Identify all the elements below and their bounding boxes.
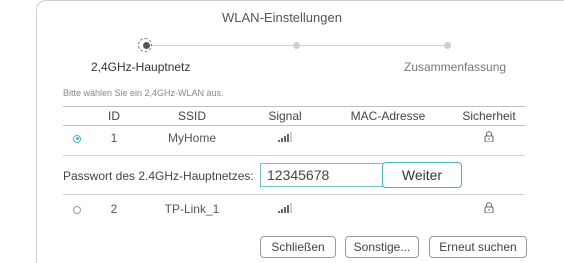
row-ssid: MyHome	[137, 125, 247, 150]
rescan-button[interactable]: Erneut suchen	[429, 236, 527, 258]
row-radio-cell[interactable]	[63, 125, 91, 150]
col-id: ID	[91, 106, 137, 126]
table-row[interactable]: 1 MyHome	[63, 125, 525, 150]
col-mac: MAC-Adresse	[323, 106, 453, 126]
signal-bars-icon	[278, 203, 292, 213]
row-id: 1	[91, 125, 137, 150]
step-dot-3	[444, 42, 451, 49]
dialog-title: WLAN-Einstellungen	[222, 10, 342, 25]
col-ssid: SSID	[137, 106, 247, 126]
col-signal: Signal	[247, 106, 323, 126]
wlan-table-continued: 2 TP-Link_1	[63, 197, 525, 221]
row-signal	[247, 125, 323, 150]
close-button[interactable]: Schließen	[260, 236, 336, 258]
table-row[interactable]: 2 TP-Link_1	[63, 197, 525, 221]
progress-line	[150, 45, 450, 46]
step-ring-icon	[138, 38, 152, 52]
signal-bars-icon	[278, 132, 292, 142]
row-radio-cell[interactable]	[63, 197, 91, 221]
password-row: Passwort des 2.4GHz-Hauptnetzes: 1234567…	[63, 155, 525, 195]
row-signal	[247, 197, 323, 221]
table-header: ID SSID Signal MAC-Adresse Sicherheit	[63, 106, 525, 126]
radio-unselected-icon[interactable]	[73, 205, 81, 214]
row-mac	[323, 125, 453, 150]
step-dot-2	[293, 42, 300, 49]
row-mac	[323, 197, 453, 221]
lock-icon	[484, 202, 494, 214]
step-label-3: Zusammenfassung	[404, 60, 507, 74]
row-id: 2	[110, 202, 118, 216]
next-button[interactable]: Weiter	[382, 162, 462, 188]
row-security	[453, 125, 525, 150]
row-ssid: TP-Link_1	[164, 202, 220, 216]
password-label: Passwort des 2.4GHz-Hauptnetzes:	[63, 169, 254, 183]
step-dot-1	[138, 38, 152, 52]
col-security: Sicherheit	[453, 106, 525, 126]
step-label-1: 2,4GHz-Hauptnetz	[91, 60, 191, 74]
hint-text: Bitte wählen Sie ein 2,4GHz-WLAN aus.	[63, 88, 224, 98]
progress-steps	[94, 38, 451, 52]
radio-selected-icon[interactable]	[73, 134, 81, 143]
col-radio	[63, 106, 91, 126]
row-security	[453, 197, 525, 221]
other-button[interactable]: Sonstige...	[345, 236, 419, 258]
wlan-table: ID SSID Signal MAC-Adresse Sicherheit 1 …	[63, 106, 525, 150]
lock-icon	[484, 131, 494, 143]
